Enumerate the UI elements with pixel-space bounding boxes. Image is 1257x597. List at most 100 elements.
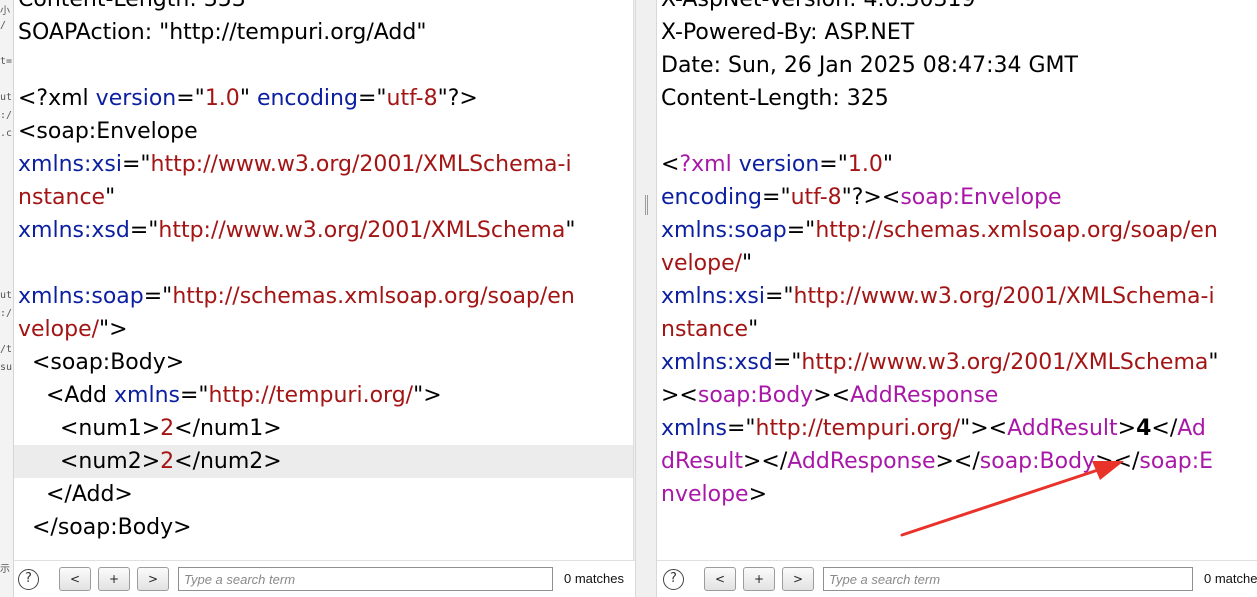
request-token-val: http://www.w3.org/2001/XMLSchema-i	[150, 152, 572, 177]
request-search-bar: ? < + > 0 matches	[14, 560, 635, 597]
background-text-fragment: ut	[0, 92, 13, 103]
response-token-plain: ="	[764, 284, 794, 309]
request-code-line	[14, 49, 635, 82]
response-token-pi: ?xml	[679, 152, 732, 177]
request-token-plain: ="	[179, 383, 209, 408]
request-token-val: 2	[160, 449, 175, 474]
response-token-val: velope/	[661, 251, 743, 276]
request-code-line: velope/">	[14, 313, 635, 346]
request-token-plain: ">	[99, 317, 128, 342]
request-token-attr: encoding	[256, 86, 358, 111]
pane-splitter[interactable]	[635, 0, 657, 597]
request-token-val: http://www.w3.org/2001/XMLSchema	[158, 218, 566, 243]
response-token-plain: ="	[762, 185, 791, 210]
request-code-line: xmlns:soap="http://schemas.xmlsoap.org/s…	[14, 280, 635, 313]
response-code-line: velope/"	[657, 247, 1257, 280]
response-code-line: X-Powered-By: ASP.NET	[657, 16, 1257, 49]
request-token-val: velope/	[18, 317, 100, 342]
background-text-fragment: su	[0, 362, 13, 373]
response-token-plain: ></	[935, 449, 980, 474]
request-search-input[interactable]	[178, 567, 553, 591]
response-code-line: X-AspNet-Version: 4.0.30319	[657, 0, 1257, 16]
request-code-line: <num1>2</num1>	[14, 412, 635, 445]
response-match-count: 0 matches	[1204, 571, 1257, 586]
response-token-tag: soap:Body	[979, 449, 1096, 474]
request-token-plain: Content-Length: 353	[18, 0, 246, 12]
search-add-button[interactable]: +	[743, 567, 775, 591]
search-next-button[interactable]: >	[137, 567, 169, 591]
response-token-plain: X-AspNet-Version: 4.0.30319	[661, 0, 975, 12]
response-token-plain: ="	[772, 350, 802, 375]
response-token-bold: 4	[1136, 416, 1152, 441]
background-text-fragment: .c	[0, 128, 13, 139]
splitter-grip-icon[interactable]	[645, 195, 648, 215]
background-window-edge: 小 / t= ut:/ .c ut:/ /t su 示	[0, 0, 14, 597]
request-token-plain: </num1>	[174, 416, 282, 441]
response-code-line: xmlns="http://tempuri.org/"><AddResult>4…	[657, 412, 1257, 445]
request-token-plain: "	[105, 185, 116, 210]
response-token-plain: <	[661, 152, 680, 177]
response-token-attr: version	[738, 152, 820, 177]
response-token-val: nstance	[661, 317, 749, 342]
response-token-plain: >	[1117, 416, 1137, 441]
request-token-plain: <?xml	[18, 86, 96, 111]
response-token-tag: Ad	[1177, 416, 1206, 441]
request-token-attr: xmlns:soap	[18, 284, 144, 309]
request-token-attr: xmlns:xsd	[18, 218, 130, 243]
response-code-line: xmlns:xsd="http://www.w3.org/2001/XMLSch…	[657, 346, 1257, 379]
help-icon[interactable]: ?	[663, 569, 684, 590]
response-token-plain: Content-Length: 325	[661, 86, 889, 111]
request-code-line: xmlns:xsi="http://www.w3.org/2001/XMLSch…	[14, 148, 635, 181]
response-token-tag: AddResponse	[787, 449, 936, 474]
response-token-plain: ><	[813, 383, 851, 408]
response-code-line: Content-Length: 325	[657, 82, 1257, 115]
response-editor[interactable]: X-AspNet-Version: 4.0.30319 X-Powered-By:…	[657, 0, 1257, 543]
response-token-plain: >	[748, 482, 768, 507]
response-pane: X-AspNet-Version: 4.0.30319 X-Powered-By:…	[657, 0, 1257, 597]
response-code-line: Date: Sun, 26 Jan 2025 08:47:34 GMT	[657, 49, 1257, 82]
response-code-line: nvelope>	[657, 478, 1257, 511]
request-code-line: </soap:Body>	[14, 511, 635, 543]
request-editor[interactable]: Content-Length: 353 SOAPAction: "http://t…	[14, 0, 635, 543]
request-code-line: <num2>2</num2>	[14, 445, 635, 478]
request-match-count: 0 matches	[564, 571, 624, 586]
request-code-line: xmlns:xsd="http://www.w3.org/2001/XMLSch…	[14, 214, 635, 247]
background-text-fragment: 小	[0, 6, 10, 17]
request-token-plain: </soap:Body>	[18, 515, 192, 540]
request-token-val: http://schemas.xmlsoap.org/soap/en	[172, 284, 575, 309]
response-token-plain: ><	[661, 383, 698, 408]
request-token-plain: "	[565, 218, 576, 243]
request-token-plain: ="	[129, 218, 159, 243]
background-text-fragment: /	[0, 20, 7, 31]
response-token-plain: "	[742, 251, 753, 276]
request-token-attr: version	[95, 86, 177, 111]
response-token-plain: "?><	[841, 185, 901, 210]
search-previous-button[interactable]: <	[704, 567, 736, 591]
response-token-plain: ></	[742, 449, 788, 474]
search-next-button[interactable]: >	[782, 567, 814, 591]
help-icon[interactable]: ?	[18, 569, 39, 590]
request-code-line: Content-Length: 353	[14, 0, 635, 16]
request-code-line: <soap:Envelope	[14, 115, 635, 148]
response-search-bar: ? < + > 0 matches	[657, 560, 1257, 597]
request-code-line: nstance"	[14, 181, 635, 214]
response-token-val: http://schemas.xmlsoap.org/soap/en	[815, 218, 1218, 243]
response-token-plain: Date: Sun, 26 Jan 2025 08:47:34 GMT	[661, 53, 1078, 78]
background-text-fragment: :/	[0, 110, 13, 121]
search-previous-button[interactable]: <	[59, 567, 91, 591]
response-token-val: http://www.w3.org/2001/XMLSchema-i	[793, 284, 1215, 309]
background-text-fragment: t=	[0, 56, 13, 67]
request-token-val: 2	[160, 416, 175, 441]
response-token-plain: X-Powered-By: ASP.NET	[661, 20, 915, 45]
response-search-input[interactable]	[823, 567, 1193, 591]
response-token-attr: encoding	[661, 185, 763, 210]
response-code-line: dResult></AddResponse></soap:Body></soap…	[657, 445, 1257, 478]
request-token-attr: xmlns:xsi	[18, 152, 122, 177]
request-token-plain: ="	[357, 86, 387, 111]
response-token-val: 1.0	[847, 152, 883, 177]
request-token-val: utf-8	[386, 86, 438, 111]
request-token-val: nstance	[18, 185, 106, 210]
search-add-button[interactable]: +	[98, 567, 130, 591]
request-token-plain: ="	[143, 284, 173, 309]
background-text-fragment: :/	[0, 308, 13, 319]
